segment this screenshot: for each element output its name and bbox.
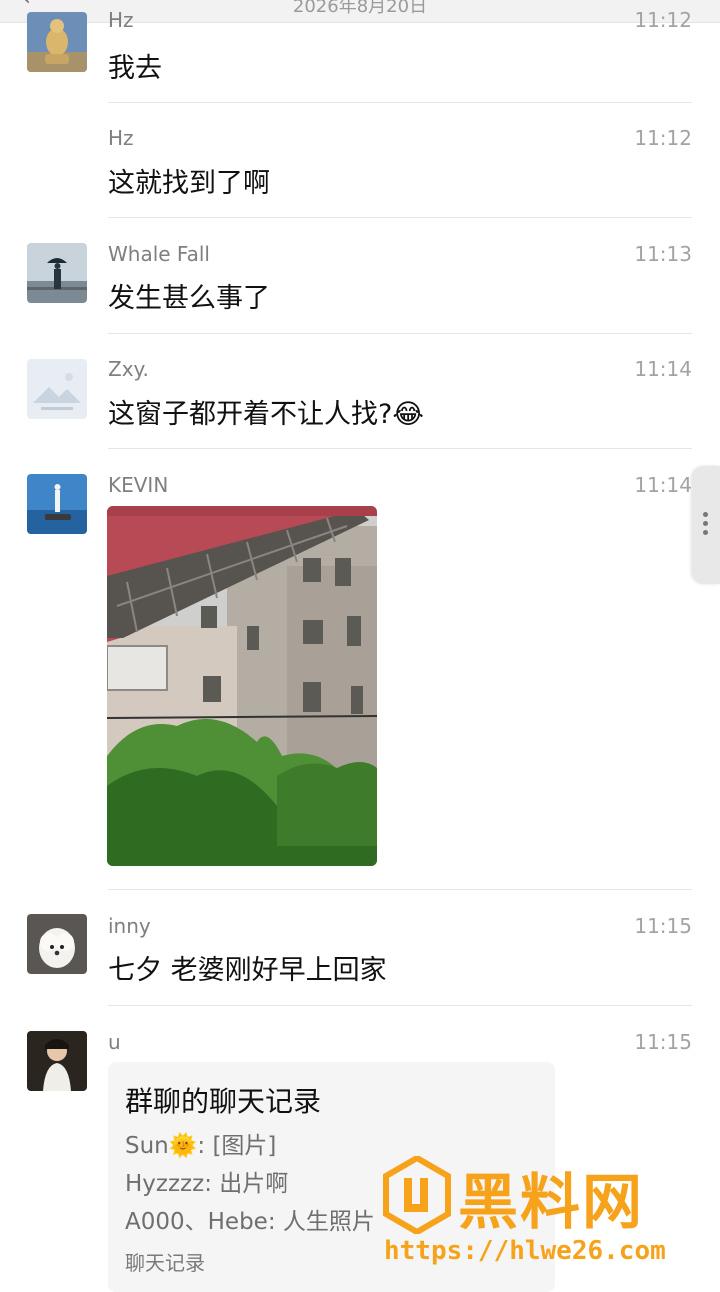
separator xyxy=(108,448,692,449)
building-window-photo[interactable] xyxy=(107,506,377,866)
chat-record-title: 群聊的聊天记录 xyxy=(125,1085,322,1118)
laughing-emoji-icon: 😂 xyxy=(392,399,424,430)
sender-name: Zxy. xyxy=(108,357,149,381)
more-dots-icon xyxy=(703,512,708,539)
sender-name: Hz xyxy=(108,8,134,32)
avatar[interactable] xyxy=(27,359,87,419)
message-time: 11:15 xyxy=(634,914,692,938)
watermark-logo-icon xyxy=(383,1156,451,1234)
avatar[interactable] xyxy=(27,243,87,303)
watermark: 黑料网 https://hlwe26.com xyxy=(378,1150,708,1276)
chat-record-line: Hyzzzz: 出片啊 xyxy=(125,1171,289,1197)
separator xyxy=(108,333,692,334)
avatar[interactable] xyxy=(27,474,87,534)
side-menu-tab[interactable] xyxy=(692,466,720,584)
separator xyxy=(108,217,692,218)
message-time: 11:14 xyxy=(634,357,692,381)
sender-name: inny xyxy=(108,914,151,938)
chat-record-footer: 聊天记录 xyxy=(125,1251,205,1275)
message-text[interactable]: 我去 xyxy=(108,46,162,85)
message-time: 11:13 xyxy=(634,242,692,266)
sender-name: Hz xyxy=(108,126,134,150)
avatar[interactable] xyxy=(27,914,87,974)
message-time: 11:14 xyxy=(634,473,692,497)
message-text[interactable]: 七夕 老婆刚好早上回家 xyxy=(108,948,387,987)
message-text-content: 这窗子都开着不让人找? xyxy=(108,399,393,430)
message-text[interactable]: 这窗子都开着不让人找?😂 xyxy=(108,392,424,431)
sender-name: Whale Fall xyxy=(108,242,210,266)
separator xyxy=(108,889,692,890)
separator xyxy=(108,1005,692,1006)
watermark-title: 黑料网 xyxy=(458,1168,644,1238)
avatar[interactable] xyxy=(27,1031,87,1091)
sender-name: KEVIN xyxy=(108,473,169,497)
message-text[interactable]: 发生甚么事了 xyxy=(108,276,270,315)
watermark-url: https://hlwe26.com xyxy=(384,1236,666,1266)
message-time: 11:15 xyxy=(634,1030,692,1054)
avatar[interactable] xyxy=(27,12,87,72)
sender-name: u xyxy=(108,1030,121,1054)
chat-record-line: A000、Hebe: 人生照片 xyxy=(125,1209,375,1235)
chat-record-line: Sun🌞: [图片] xyxy=(125,1133,277,1159)
message-time: 11:12 xyxy=(634,126,692,150)
message-text[interactable]: 这就找到了啊 xyxy=(108,161,270,200)
separator xyxy=(108,102,692,103)
message-time: 11:12 xyxy=(634,8,692,32)
